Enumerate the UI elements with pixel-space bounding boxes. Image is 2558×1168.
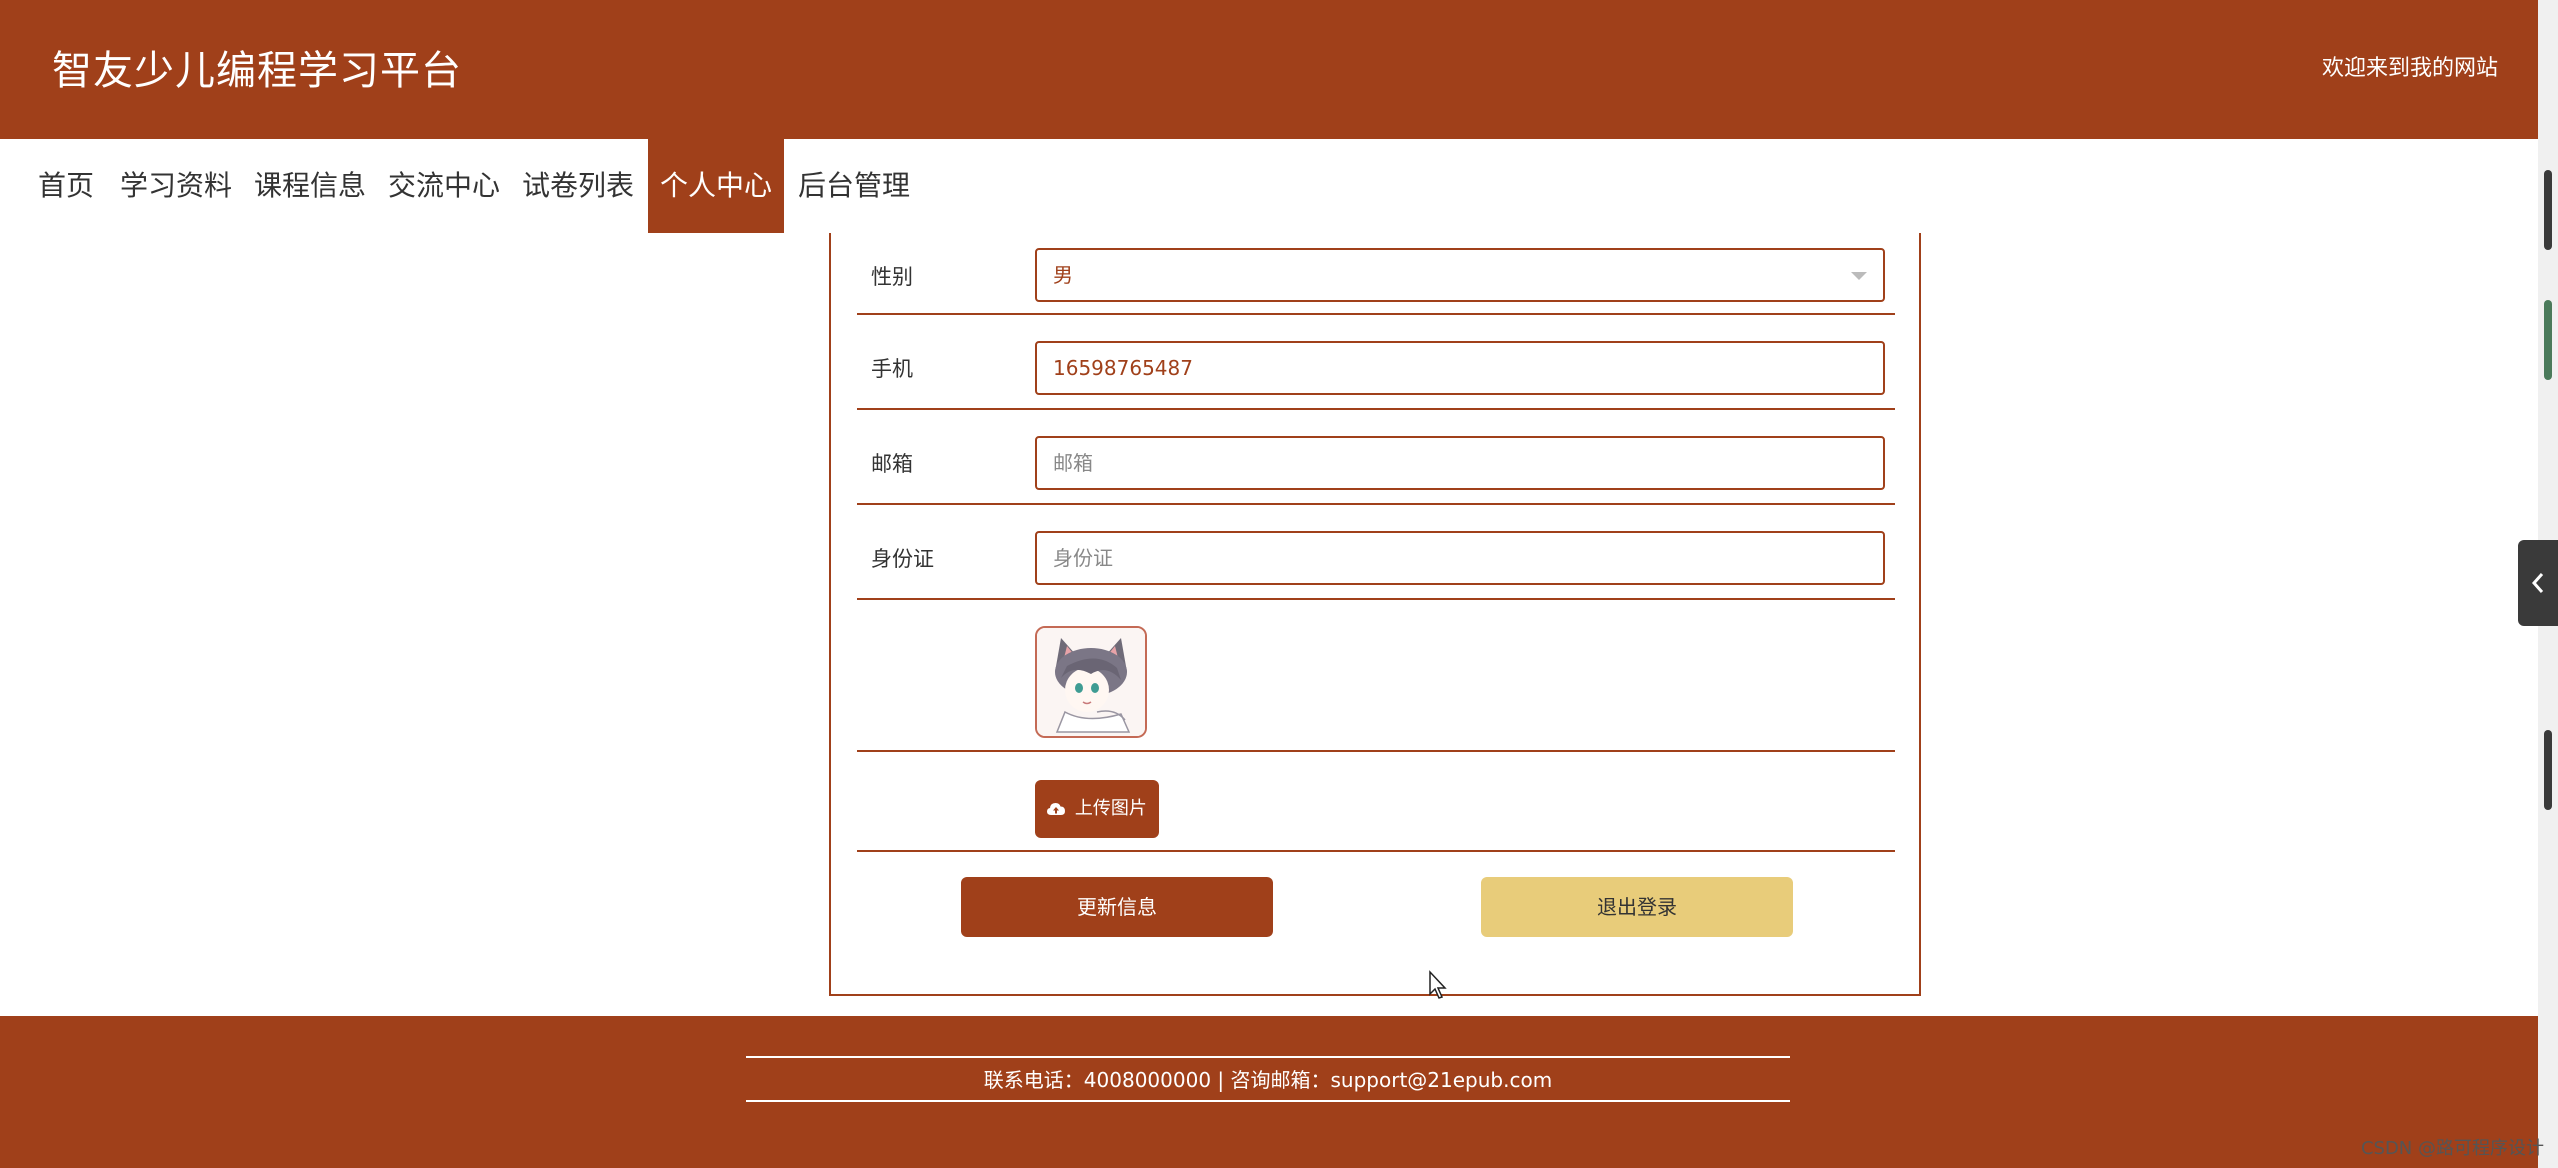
footer-contact-text: 联系电话：4008000000 | 咨询邮箱：support@21epub.co… xyxy=(983,1068,1553,1092)
mouse-cursor-icon xyxy=(1429,970,1447,999)
upload-image-button[interactable]: 上传图片 xyxy=(1035,780,1159,838)
nav-item-admin[interactable]: 后台管理 xyxy=(792,139,916,233)
avatar[interactable] xyxy=(1035,626,1147,738)
scrollbar-marker xyxy=(2544,300,2552,380)
profile-form-card: 性别 男 手机 16598765487 邮箱 邮箱 身份证 身份证 上传图片 更… xyxy=(829,233,1921,996)
gender-row: 性别 男 xyxy=(857,233,1895,315)
id-card-label: 身份证 xyxy=(871,547,934,571)
header: 智友少儿编程学习平台 欢迎来到我的网站 xyxy=(0,0,2538,139)
footer-divider-bottom xyxy=(746,1100,1790,1102)
chevron-down-icon xyxy=(1851,272,1867,280)
avatar-row xyxy=(857,600,1895,752)
email-row: 邮箱 邮箱 xyxy=(857,410,1895,505)
email-input[interactable]: 邮箱 xyxy=(1035,436,1885,490)
nav-item-home[interactable]: 首页 xyxy=(24,139,108,233)
chevron-left-icon xyxy=(2531,573,2544,593)
gender-select[interactable]: 男 xyxy=(1035,248,1885,302)
cloud-upload-icon xyxy=(1047,803,1066,815)
nav-item-study-materials[interactable]: 学习资料 xyxy=(114,139,238,233)
nav-item-personal-center[interactable]: 个人中心 xyxy=(648,139,784,233)
nav-item-exchange-center[interactable]: 交流中心 xyxy=(382,139,506,233)
phone-label: 手机 xyxy=(871,357,913,381)
avatar-illustration xyxy=(1037,628,1145,736)
phone-input[interactable]: 16598765487 xyxy=(1035,341,1885,395)
id-card-row: 身份证 身份证 xyxy=(857,505,1895,600)
phone-row: 手机 16598765487 xyxy=(857,315,1895,410)
upload-row: 上传图片 xyxy=(857,752,1895,852)
watermark: CSDN @路可程序设计 xyxy=(2360,1138,2544,1159)
footer-divider-top xyxy=(746,1056,1790,1058)
main-nav: 首页 学习资料 课程信息 交流中心 试卷列表 个人中心 后台管理 xyxy=(0,139,2538,233)
site-title[interactable]: 智友少儿编程学习平台 xyxy=(52,38,462,96)
upload-image-label: 上传图片 xyxy=(1074,798,1147,819)
gender-label: 性别 xyxy=(871,265,913,289)
footer: 联系电话：4008000000 | 咨询邮箱：support@21epub.co… xyxy=(0,1016,2538,1168)
welcome-text: 欢迎来到我的网站 xyxy=(2321,56,2498,81)
side-panel-toggle[interactable] xyxy=(2518,540,2558,626)
logout-button[interactable]: 退出登录 xyxy=(1481,877,1793,937)
update-info-button[interactable]: 更新信息 xyxy=(961,877,1273,937)
email-label: 邮箱 xyxy=(871,452,913,476)
nav-item-course-info[interactable]: 课程信息 xyxy=(248,139,372,233)
scrollbar-thumb-bottom[interactable] xyxy=(2544,730,2552,810)
gender-value: 男 xyxy=(1053,263,1073,287)
id-card-input[interactable]: 身份证 xyxy=(1035,531,1885,585)
scrollbar-thumb-top[interactable] xyxy=(2544,170,2552,250)
nav-item-exam-list[interactable]: 试卷列表 xyxy=(516,139,640,233)
page: 智友少儿编程学习平台 欢迎来到我的网站 首页 学习资料 课程信息 交流中心 试卷… xyxy=(0,0,2558,1168)
